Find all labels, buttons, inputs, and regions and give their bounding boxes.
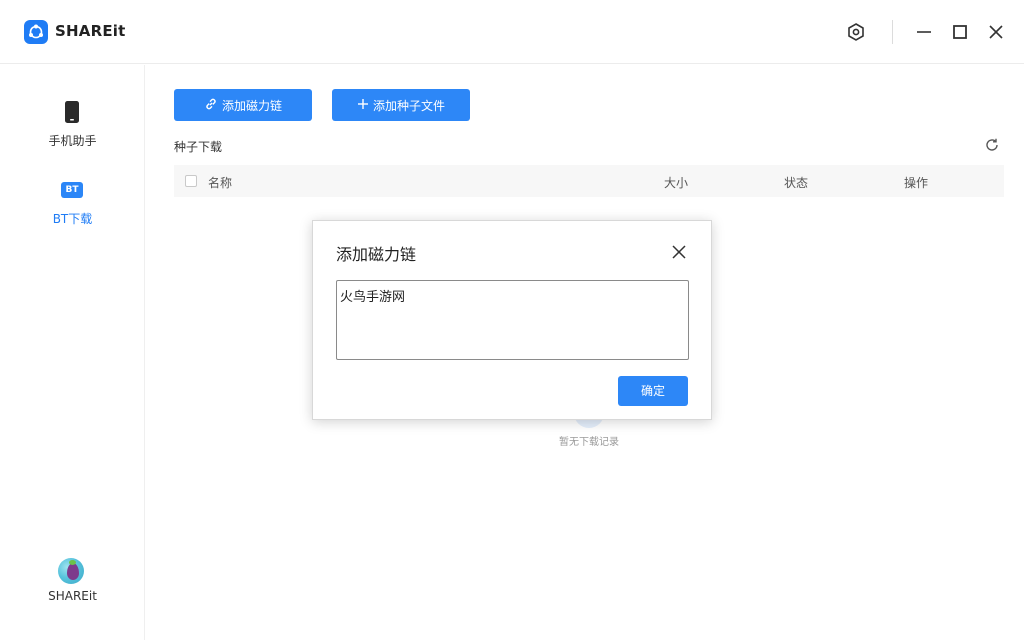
- add-torrent-button[interactable]: 添加种子文件: [332, 89, 470, 121]
- empty-state-text: 暂无下载记录: [559, 437, 619, 448]
- title-bar: SHAREit: [0, 0, 1024, 64]
- column-header-status: 状态: [784, 176, 809, 190]
- user-name: SHAREit: [48, 589, 97, 603]
- maximize-icon[interactable]: [948, 20, 972, 44]
- add-magnet-dialog: 添加磁力链 火鸟手游网 确定: [312, 220, 712, 420]
- close-icon[interactable]: [984, 20, 1008, 44]
- shareit-logo-icon: [24, 20, 48, 44]
- settings-icon[interactable]: [844, 20, 868, 44]
- bt-icon: BT: [60, 177, 84, 203]
- sidebar-item-label: BT下载: [52, 212, 93, 226]
- link-icon: [204, 97, 218, 114]
- sidebar-item-phone-assistant[interactable]: 手机助手: [0, 99, 145, 159]
- minimize-icon[interactable]: [912, 20, 936, 44]
- app-title: SHAREit: [55, 22, 126, 40]
- add-magnet-button[interactable]: 添加磁力链: [174, 89, 312, 121]
- sidebar-item-bt-download[interactable]: BT BT下载: [0, 177, 145, 237]
- select-all-checkbox[interactable]: [185, 175, 197, 187]
- sidebar: 手机助手 BT BT下载 SHAREit: [0, 65, 145, 640]
- avatar-icon: [58, 558, 84, 584]
- table-header: 名称 大小 状态 操作: [174, 165, 1004, 197]
- dialog-title: 添加磁力链: [336, 245, 417, 264]
- user-profile[interactable]: SHAREit: [0, 558, 145, 618]
- dialog-close-icon[interactable]: [668, 241, 690, 263]
- column-header-name: 名称: [208, 176, 233, 190]
- section-title: 种子下载: [174, 140, 223, 154]
- magnet-link-input[interactable]: 火鸟手游网: [336, 280, 689, 360]
- confirm-button[interactable]: 确定: [618, 376, 688, 406]
- add-torrent-label: 添加种子文件: [372, 98, 445, 113]
- titlebar-divider: [892, 20, 893, 44]
- column-header-action: 操作: [904, 176, 929, 190]
- bt-badge: BT: [61, 182, 83, 198]
- add-magnet-label: 添加磁力链: [221, 98, 282, 113]
- column-header-size: 大小: [664, 176, 689, 190]
- plus-icon: [357, 98, 369, 113]
- sidebar-item-label: 手机助手: [48, 134, 97, 148]
- phone-icon: [60, 99, 84, 125]
- refresh-icon[interactable]: [982, 135, 1002, 155]
